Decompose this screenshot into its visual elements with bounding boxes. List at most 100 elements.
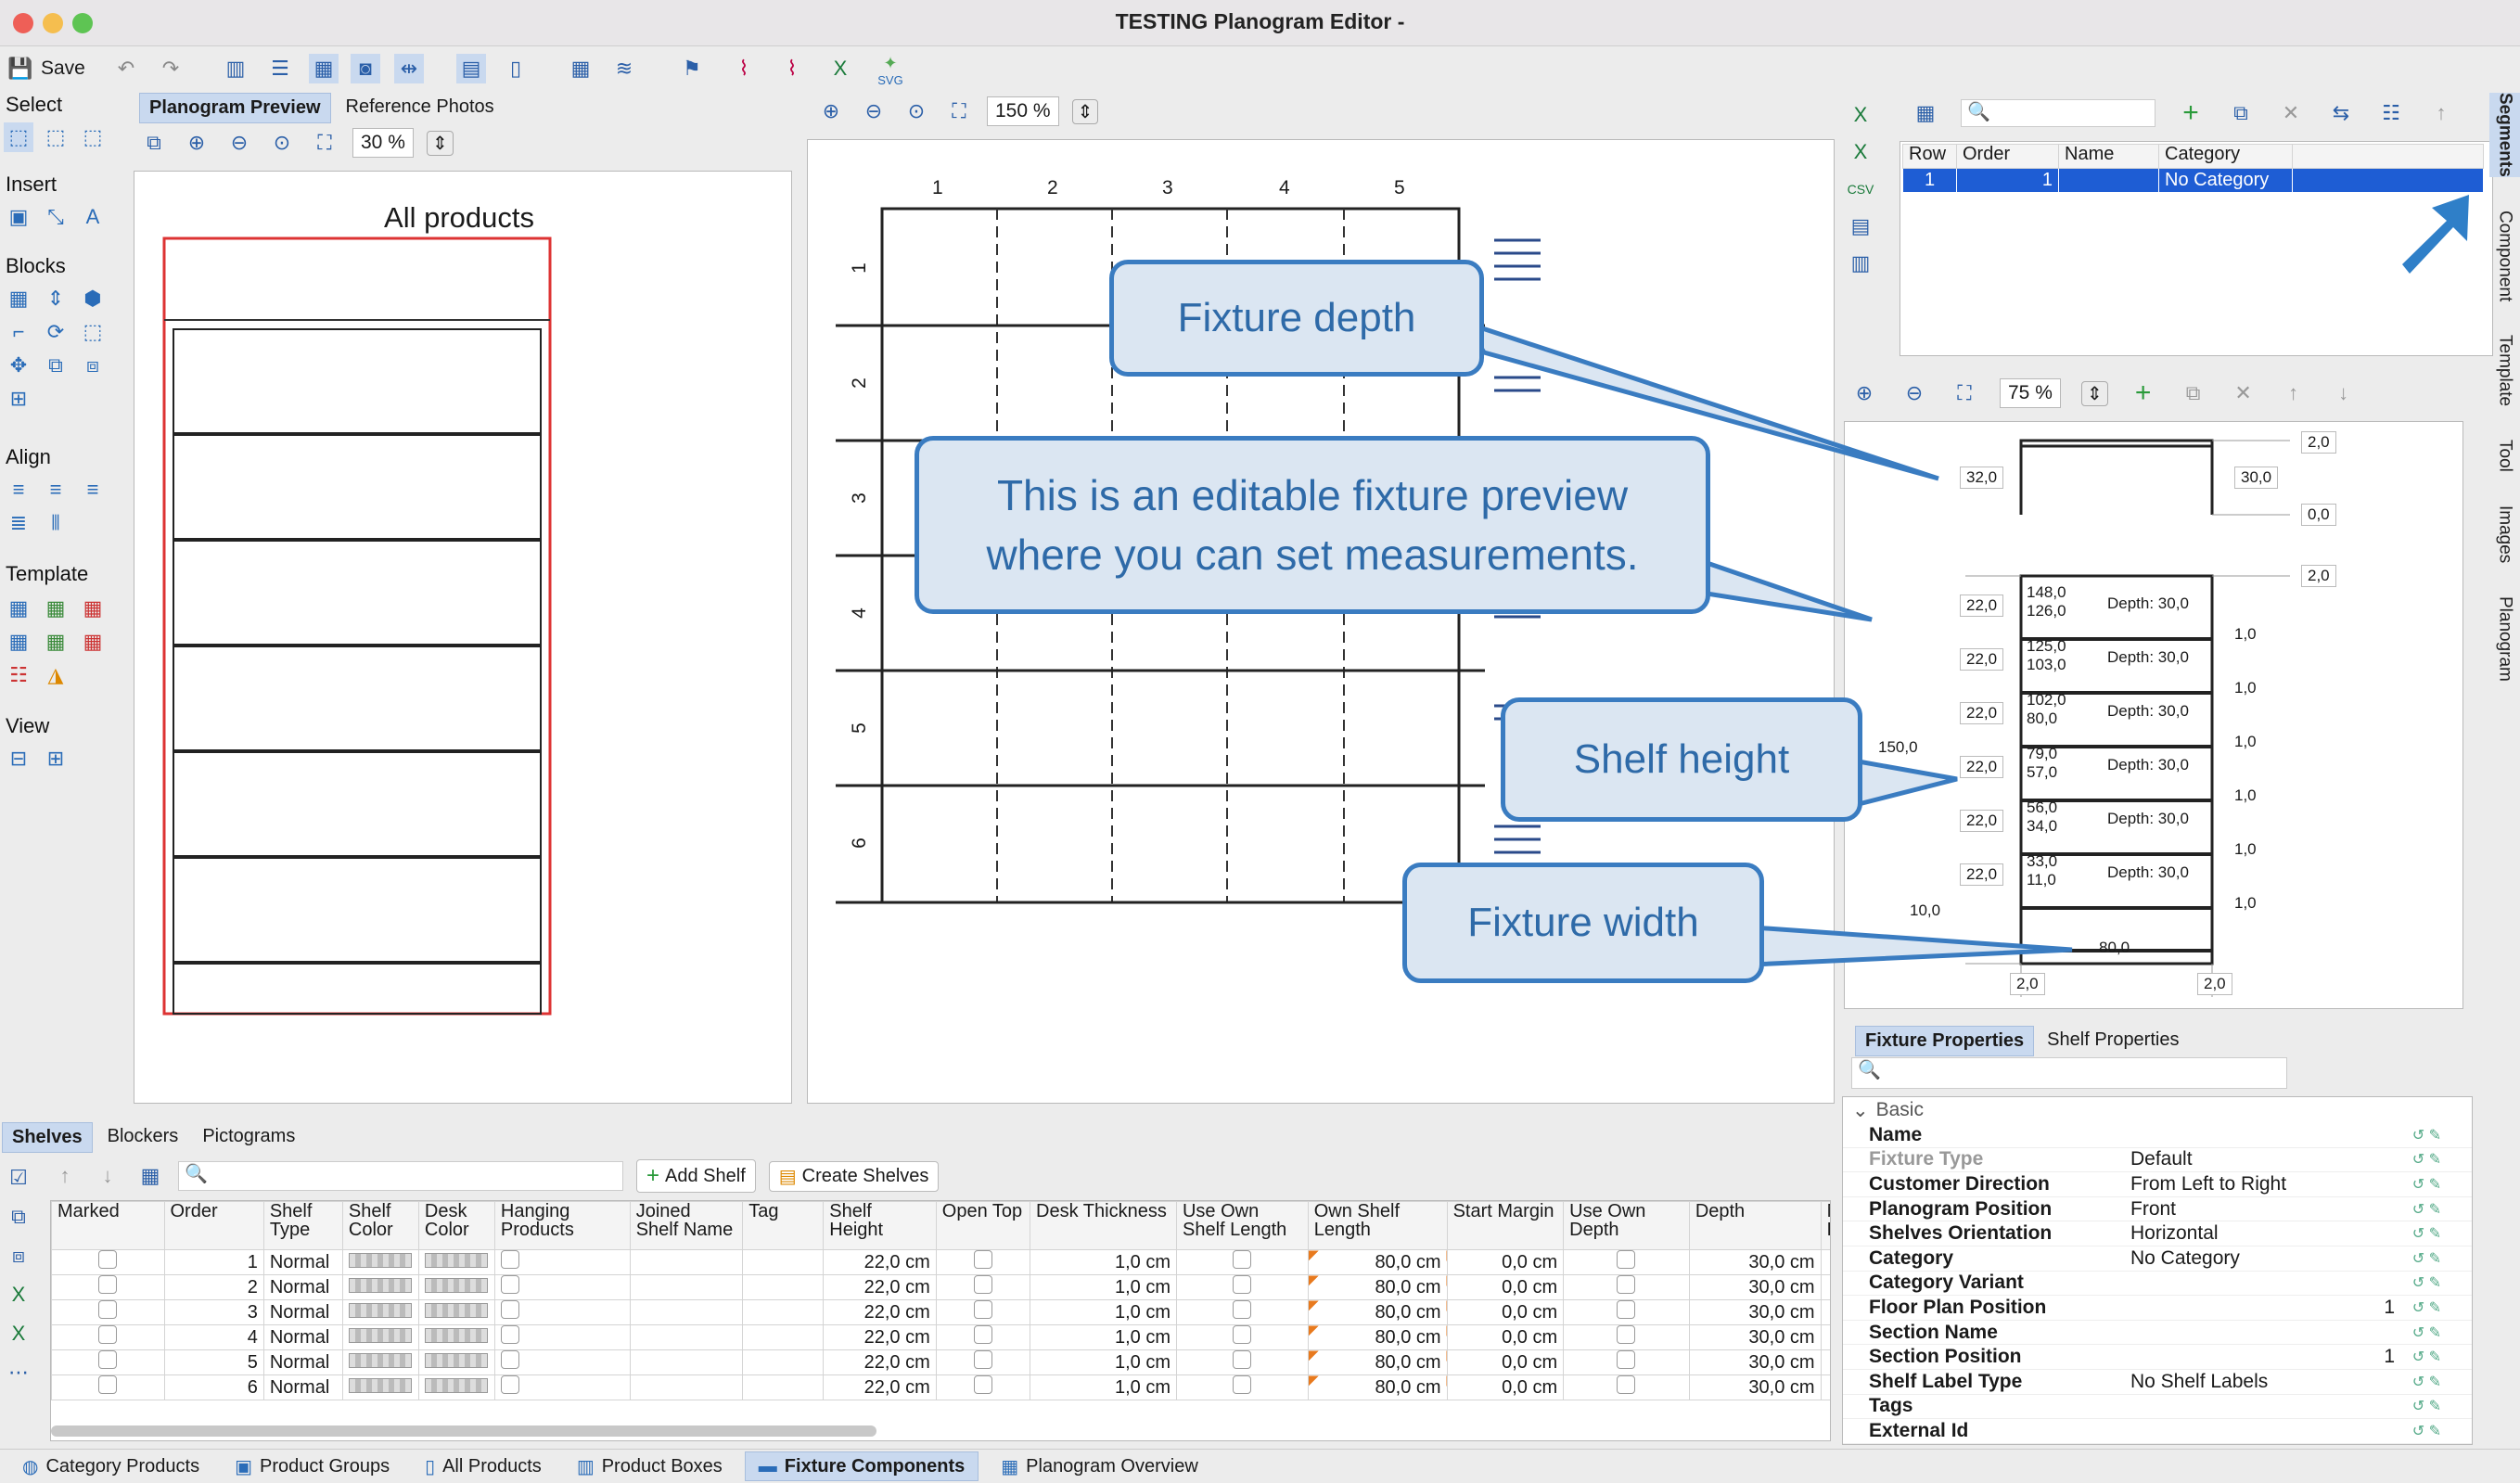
template-list-icon[interactable]: ☷ bbox=[4, 660, 33, 690]
open-top-checkbox[interactable] bbox=[973, 1350, 992, 1369]
block-expand-icon[interactable]: ⇕ bbox=[41, 284, 70, 313]
shelves-excel-icon[interactable]: X bbox=[4, 1280, 33, 1310]
use-own-depth-checkbox[interactable] bbox=[1617, 1275, 1636, 1294]
open-top-cell[interactable] bbox=[935, 1249, 1031, 1275]
joined-name-cell[interactable] bbox=[629, 1299, 744, 1325]
add-shelf-button[interactable]: + Add Shelf bbox=[636, 1159, 756, 1193]
add-segment-icon[interactable]: + bbox=[2176, 97, 2206, 128]
properties-group-basic[interactable]: ⌄ Basic bbox=[1843, 1097, 2472, 1123]
bottom-tab[interactable]: ▯ All Products bbox=[412, 1451, 555, 1481]
paste-shelf-icon[interactable]: ⧈ bbox=[4, 1241, 33, 1271]
tab-fixture-properties[interactable]: Fixture Properties bbox=[1855, 1026, 2035, 1056]
hanging-cell[interactable] bbox=[493, 1299, 631, 1325]
preview-zoom-field[interactable]: 30 % bbox=[352, 128, 414, 158]
dim-shelf-gap[interactable]: 1,0 bbox=[2229, 786, 2262, 806]
segment-transfer-icon[interactable]: ⇆ bbox=[2326, 98, 2356, 128]
property-reset-icon[interactable]: ↺ ✎ bbox=[2395, 1126, 2441, 1144]
property-reset-icon[interactable]: ↺ ✎ bbox=[2395, 1323, 2441, 1342]
use-own-depth-checkbox[interactable] bbox=[1617, 1325, 1636, 1344]
own-length-cell[interactable]: 80,0 cm bbox=[1307, 1249, 1448, 1275]
property-reset-icon[interactable]: ↺ ✎ bbox=[2395, 1175, 2441, 1194]
tag-cell[interactable] bbox=[742, 1349, 825, 1375]
segment-table-icon[interactable]: ▦ bbox=[1911, 98, 1940, 128]
shelves-column-header[interactable]: Joined Shelf Name bbox=[629, 1201, 744, 1250]
block-corner-icon[interactable]: ⌐ bbox=[4, 317, 33, 347]
property-reset-icon[interactable]: ↺ ✎ bbox=[2395, 1373, 2441, 1391]
side-tab-segments[interactable]: Segments bbox=[2489, 93, 2520, 177]
use-own-length-cell[interactable] bbox=[1175, 1324, 1309, 1350]
start-margin-cell[interactable]: 0,0 cm bbox=[1446, 1324, 1565, 1350]
view-collapse-icon[interactable]: ⊞ bbox=[41, 744, 70, 773]
shelves-excel-export-icon[interactable]: X bbox=[4, 1319, 33, 1349]
delete-segment-icon[interactable]: ✕ bbox=[2276, 98, 2306, 128]
select-arrow-icon[interactable]: ⬚ bbox=[4, 122, 33, 152]
open-top-cell[interactable] bbox=[935, 1299, 1031, 1325]
dim-right-bottom[interactable]: 0,0 bbox=[2301, 504, 2336, 526]
tag-cell[interactable] bbox=[742, 1299, 825, 1325]
select-lasso-icon[interactable]: ⬚ bbox=[78, 122, 108, 152]
dim-top-right[interactable]: 2,0 bbox=[2301, 431, 2336, 454]
shelf-type-cell[interactable]: Normal bbox=[262, 1249, 343, 1275]
property-reset-icon[interactable]: ↺ ✎ bbox=[2395, 1348, 2441, 1366]
side-tab-component[interactable]: Component bbox=[2489, 211, 2520, 301]
template-table-icon[interactable]: ▦ bbox=[4, 627, 33, 657]
delete-component-icon[interactable]: ✕ bbox=[2229, 378, 2258, 408]
shelf-height-cell[interactable]: 22,0 cm bbox=[823, 1374, 937, 1400]
bottom-tab[interactable]: ◍ Category Products bbox=[9, 1451, 212, 1481]
block-frame-icon[interactable]: ⬚ bbox=[78, 317, 108, 347]
shelves-column-header[interactable]: Desk Thickness bbox=[1030, 1201, 1177, 1250]
template-copy-icon[interactable]: ▦ bbox=[41, 627, 70, 657]
depth-cell[interactable]: 30,0 cm bbox=[1688, 1299, 1822, 1325]
shelf-type-cell[interactable]: Normal bbox=[262, 1274, 343, 1300]
align-center-icon[interactable]: ≡ bbox=[41, 475, 70, 505]
marked-checkbox[interactable] bbox=[98, 1375, 118, 1394]
shelves-column-header[interactable]: Desk Color bbox=[417, 1201, 495, 1250]
desk-thickness-cell[interactable]: 1,0 cm bbox=[1030, 1374, 1177, 1400]
zoom-fit-icon[interactable]: ⛶ bbox=[310, 128, 339, 158]
fixture-zoom-in-icon[interactable]: ⊕ bbox=[816, 96, 846, 126]
shelf-height-cell[interactable]: 22,0 cm bbox=[823, 1324, 937, 1350]
shelf-table-icon[interactable]: ▦ bbox=[135, 1161, 165, 1191]
marked-cell[interactable] bbox=[51, 1324, 165, 1350]
depth-cell[interactable]: 30,0 cm bbox=[1688, 1374, 1822, 1400]
hanging-cell[interactable] bbox=[493, 1249, 631, 1275]
move-component-up-icon[interactable]: ↑ bbox=[2279, 378, 2309, 408]
shelves-search-input[interactable]: 🔍 bbox=[178, 1161, 623, 1191]
shelf-type-cell[interactable]: Normal bbox=[262, 1374, 343, 1400]
shelf-type-cell[interactable]: Normal bbox=[262, 1324, 343, 1350]
use-own-length-cell[interactable] bbox=[1175, 1349, 1309, 1375]
use-own-length-cell[interactable] bbox=[1175, 1374, 1309, 1400]
joined-name-cell[interactable] bbox=[629, 1324, 744, 1350]
shelf-depth-label[interactable]: Depth: 30,0 bbox=[2107, 756, 2189, 774]
desk-color-cell[interactable] bbox=[417, 1274, 495, 1300]
bar-chart-icon[interactable]: ▥ bbox=[1846, 249, 1875, 278]
use-own-length-checkbox[interactable] bbox=[1233, 1300, 1252, 1319]
block-extra-icon[interactable]: ⊞ bbox=[4, 384, 33, 414]
shelf-up-icon[interactable]: ↑ bbox=[50, 1161, 80, 1191]
joined-name-cell[interactable] bbox=[629, 1374, 744, 1400]
use-own-depth-checkbox[interactable] bbox=[1617, 1350, 1636, 1369]
block-rotate-icon[interactable]: ⟳ bbox=[41, 317, 70, 347]
fixture-zoom-out-icon[interactable]: ⊖ bbox=[859, 96, 889, 126]
shelves-column-header[interactable]: Use Own Shelf Length bbox=[1175, 1201, 1309, 1250]
shelf-type-cell[interactable]: Normal bbox=[262, 1299, 343, 1325]
shelf-down-icon[interactable]: ↓ bbox=[93, 1161, 122, 1191]
joined-name-cell[interactable] bbox=[629, 1249, 744, 1275]
open-top-checkbox[interactable] bbox=[973, 1375, 992, 1394]
depth-cell[interactable]: 30,0 cm bbox=[1688, 1249, 1822, 1275]
joined-name-cell[interactable] bbox=[629, 1274, 744, 1300]
desk-thickness-cell[interactable]: 1,0 cm bbox=[1030, 1324, 1177, 1350]
tab-pictograms[interactable]: Pictograms bbox=[193, 1122, 304, 1153]
shelf-depth-label[interactable]: Depth: 30,0 bbox=[2107, 648, 2189, 667]
map-icon[interactable]: ≋ bbox=[609, 54, 639, 83]
save-button[interactable]: 💾 Save bbox=[6, 54, 85, 83]
columns-icon[interactable]: ▦ bbox=[309, 54, 339, 83]
shelf-color-swatch[interactable] bbox=[349, 1327, 413, 1343]
hanging-checkbox[interactable] bbox=[500, 1275, 519, 1294]
template-remove-icon[interactable]: ▦ bbox=[78, 594, 108, 623]
own-length-cell[interactable]: 80,0 cm bbox=[1307, 1274, 1448, 1300]
use-own-depth-cell[interactable] bbox=[1563, 1374, 1690, 1400]
open-top-cell[interactable] bbox=[935, 1274, 1031, 1300]
fixture-zoom-field[interactable]: 150 % bbox=[987, 96, 1059, 126]
marked-cell[interactable] bbox=[51, 1249, 165, 1275]
